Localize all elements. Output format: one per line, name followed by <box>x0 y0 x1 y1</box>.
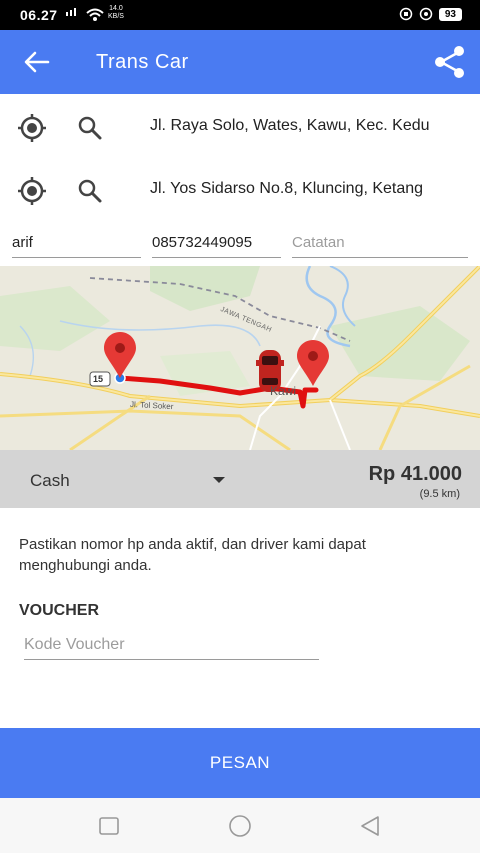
recents-icon[interactable] <box>98 815 120 837</box>
arrow-left-icon[interactable] <box>22 48 52 76</box>
notice-text: Pastikan nomor hp anda aktif, dan driver… <box>19 536 366 574</box>
trip-distance: (9.5 km) <box>419 488 460 500</box>
system-nav-bar <box>0 798 480 853</box>
wifi-icon <box>86 8 104 21</box>
destination-row: Jl. Yos Sidarso No.8, Kluncing, Ketang <box>0 160 480 220</box>
signal-icon <box>66 8 76 16</box>
origin-address[interactable]: Jl. Raya Solo, Wates, Kawu, Kec. Kedu <box>150 117 460 135</box>
net-speed-value: 14.0 <box>109 5 123 12</box>
route-map[interactable]: 15 JAWA TENGAH Jl. Tol Soker Kawi <box>0 266 480 450</box>
destination-address[interactable]: Jl. Yos Sidarso No.8, Kluncing, Ketang <box>150 180 460 198</box>
location-status-icon <box>419 7 433 21</box>
fare-price: Rp 41.000 <box>368 463 462 485</box>
gps-target-icon[interactable] <box>17 113 47 143</box>
battery-indicator: 93 <box>438 7 462 21</box>
app-bar: Trans Car <box>0 30 480 94</box>
origin-row: Jl. Raya Solo, Wates, Kawu, Kec. Kedu <box>0 97 480 157</box>
home-icon[interactable] <box>227 815 253 837</box>
page-title: Trans Car <box>96 51 189 73</box>
status-bar: 06.27 14.0 KB/S 93 <box>0 0 480 30</box>
contact-fields: arif 085732449095 Catatan <box>0 230 480 260</box>
note-field[interactable]: Catatan <box>292 234 468 258</box>
order-button[interactable]: PESAN <box>0 728 480 798</box>
back-nav-icon[interactable] <box>358 815 382 837</box>
search-icon[interactable] <box>77 178 103 204</box>
search-icon[interactable] <box>77 115 103 141</box>
net-speed-unit: KB/S <box>108 13 124 20</box>
map-town-label: Kawi <box>270 384 297 398</box>
name-field[interactable]: arif <box>12 234 141 258</box>
map-canvas <box>0 266 480 450</box>
gps-target-icon[interactable] <box>17 176 47 206</box>
chevron-down-icon[interactable] <box>213 477 225 483</box>
map-shield-label: 15 <box>93 374 104 384</box>
phone-field[interactable]: 085732449095 <box>152 234 281 258</box>
status-time: 06.27 <box>20 7 58 23</box>
payment-method-select[interactable]: Cash <box>30 471 70 491</box>
payment-bar: Cash Rp 41.000 (9.5 km) <box>0 450 480 508</box>
net-speed: 14.0 KB/S <box>108 5 124 21</box>
voucher-input[interactable]: Kode Voucher <box>24 636 319 660</box>
share-icon[interactable] <box>432 44 468 80</box>
alarm-icon <box>399 7 413 21</box>
voucher-label: VOUCHER <box>19 602 100 619</box>
